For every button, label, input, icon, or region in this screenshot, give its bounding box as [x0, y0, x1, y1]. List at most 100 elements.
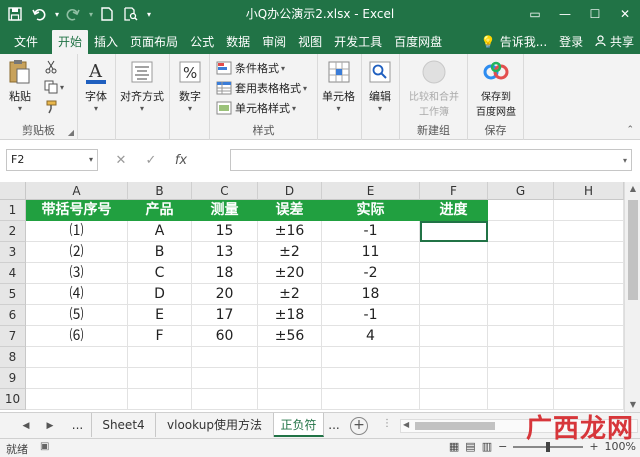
cell-b2[interactable]: A — [128, 221, 192, 242]
cell-a8[interactable] — [26, 347, 128, 368]
cell-h10[interactable] — [554, 389, 624, 410]
next-sheet-icon[interactable]: ▶ — [42, 417, 58, 435]
sheet-tab-sheet4[interactable]: Sheet4 — [92, 413, 156, 437]
insert-function-icon[interactable]: fx — [166, 153, 196, 168]
login-button[interactable]: 登录 — [553, 30, 589, 54]
macro-record-icon[interactable]: ▣ — [40, 441, 49, 452]
cell-d2[interactable]: ±16 — [258, 221, 322, 242]
cell-c10[interactable] — [192, 389, 258, 410]
cell-c7[interactable]: 60 — [192, 326, 258, 347]
cell-d6[interactable]: ±18 — [258, 305, 322, 326]
cell-h5[interactable] — [554, 284, 624, 305]
cell-h9[interactable] — [554, 368, 624, 389]
save-to-baidu-button[interactable]: 保存到 百度网盘 — [470, 58, 522, 118]
cell-g1[interactable] — [488, 200, 554, 221]
cell-c2[interactable]: 15 — [192, 221, 258, 242]
row-header-5[interactable]: 5 — [0, 284, 26, 305]
cell-a5[interactable]: ⑷ — [26, 284, 128, 305]
expand-formula-bar-icon[interactable]: ▾ — [623, 156, 627, 165]
cell-d9[interactable] — [258, 368, 322, 389]
row-header-1[interactable]: 1 — [0, 200, 26, 221]
cell-e9[interactable] — [322, 368, 420, 389]
cell-g3[interactable] — [488, 242, 554, 263]
cell-f9[interactable] — [420, 368, 488, 389]
column-header-b[interactable]: B — [128, 182, 192, 200]
zoom-out-button[interactable]: − — [498, 440, 507, 453]
number-button[interactable]: % 数字 ▾ — [176, 58, 204, 113]
cell-e6[interactable]: -1 — [322, 305, 420, 326]
column-header-d[interactable]: D — [258, 182, 322, 200]
cell-h4[interactable] — [554, 263, 624, 284]
select-all-corner[interactable] — [0, 182, 26, 200]
cell-h1[interactable] — [554, 200, 624, 221]
column-header-g[interactable]: G — [488, 182, 554, 200]
cell-g6[interactable] — [488, 305, 554, 326]
cell-e2[interactable]: -1 — [322, 221, 420, 242]
paste-dropdown-icon[interactable]: ▾ — [18, 104, 22, 113]
cell-h8[interactable] — [554, 347, 624, 368]
zoom-slider[interactable] — [513, 441, 584, 452]
alignment-button[interactable]: 对齐方式 ▾ — [120, 58, 164, 113]
cell-f6[interactable] — [420, 305, 488, 326]
cell-h3[interactable] — [554, 242, 624, 263]
sheet-tab-active[interactable]: 正负符 — [274, 413, 324, 437]
cell-g5[interactable] — [488, 284, 554, 305]
cell-g9[interactable] — [488, 368, 554, 389]
tab-page-layout[interactable]: 页面布局 — [124, 30, 184, 54]
worksheet-grid[interactable]: ABCDEFGH 1 2 3 4 5 6 7 8 9 10 带括号序号 产品 测量 误差 实际 进度 ⑴ A 15… — [0, 182, 624, 412]
cell-b6[interactable]: E — [128, 305, 192, 326]
undo-icon[interactable] — [28, 3, 50, 25]
cell-g2[interactable] — [488, 221, 554, 242]
cancel-icon[interactable]: ✕ — [106, 153, 136, 168]
cell-styles-button[interactable]: 单元格样式 ▾ — [216, 100, 296, 116]
page-layout-view-icon[interactable]: ▤ — [465, 440, 475, 453]
save-icon[interactable] — [4, 3, 26, 25]
customize-toolbar-icon[interactable]: ▾ — [144, 10, 154, 19]
cell-h2[interactable] — [554, 221, 624, 242]
cell-c6[interactable]: 17 — [192, 305, 258, 326]
cell-d3[interactable]: ±2 — [258, 242, 322, 263]
name-box-dropdown-icon[interactable]: ▾ — [89, 150, 93, 170]
new-icon[interactable] — [96, 3, 118, 25]
cell-a6[interactable]: ⑸ — [26, 305, 128, 326]
sheet-tab-more-left[interactable]: ... — [64, 413, 92, 437]
cell-d5[interactable]: ±2 — [258, 284, 322, 305]
table-header-cell[interactable]: 进度 — [420, 200, 488, 221]
cell-f3[interactable] — [420, 242, 488, 263]
collapse-ribbon-icon[interactable]: ⌃ — [626, 125, 634, 135]
cell-a2[interactable]: ⑴ — [26, 221, 128, 242]
column-header-e[interactable]: E — [322, 182, 420, 200]
tab-view[interactable]: 视图 — [292, 30, 328, 54]
cell-d10[interactable] — [258, 389, 322, 410]
cell-a9[interactable] — [26, 368, 128, 389]
normal-view-icon[interactable]: ▦ — [449, 440, 459, 453]
cell-b10[interactable] — [128, 389, 192, 410]
formula-input[interactable]: ▾ — [230, 149, 632, 171]
row-header-4[interactable]: 4 — [0, 263, 26, 284]
sheet-tab-vlookup[interactable]: vlookup使用方法 — [156, 413, 274, 437]
cells-button[interactable]: 单元格 ▾ — [322, 58, 355, 113]
undo-dropdown-icon[interactable]: ▾ — [52, 10, 62, 19]
cell-f10[interactable] — [420, 389, 488, 410]
cell-g7[interactable] — [488, 326, 554, 347]
cell-e8[interactable] — [322, 347, 420, 368]
tab-developer[interactable]: 开发工具 — [328, 30, 388, 54]
cell-d4[interactable]: ±20 — [258, 263, 322, 284]
cell-f5[interactable] — [420, 284, 488, 305]
column-header-h[interactable]: H — [554, 182, 624, 200]
row-header-10[interactable]: 10 — [0, 389, 26, 410]
cell-c9[interactable] — [192, 368, 258, 389]
cell-b8[interactable] — [128, 347, 192, 368]
maximize-button[interactable]: ☐ — [580, 0, 610, 28]
row-header-2[interactable]: 2 — [0, 221, 26, 242]
redo-dropdown-icon[interactable]: ▾ — [86, 10, 96, 19]
row-header-7[interactable]: 7 — [0, 326, 26, 347]
format-as-table-button[interactable]: 套用表格格式 ▾ — [216, 80, 307, 96]
ribbon-display-options-icon[interactable]: ▭ — [520, 0, 550, 28]
paste-button[interactable]: 粘贴 ▾ — [6, 58, 34, 113]
cell-f7[interactable] — [420, 326, 488, 347]
cell-b4[interactable]: C — [128, 263, 192, 284]
table-header-cell[interactable]: 带括号序号 — [26, 200, 128, 221]
tab-splitter-icon[interactable]: ⋮ — [382, 418, 392, 429]
share-button[interactable]: 共享 — [589, 30, 640, 54]
